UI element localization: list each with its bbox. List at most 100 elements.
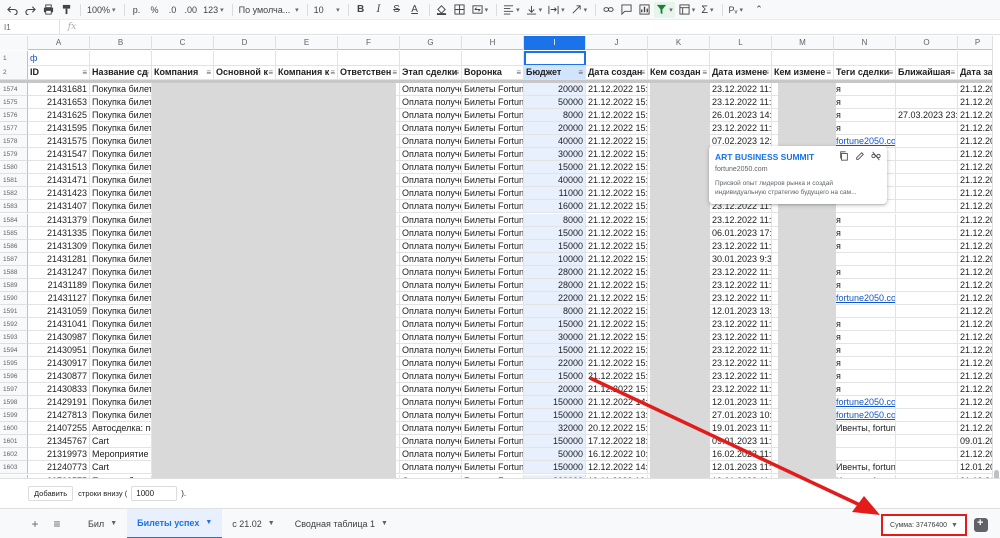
- cell[interactable]: Оплата получена: [400, 148, 462, 162]
- cell[interactable]: Оплата получена: [400, 344, 462, 357]
- text-wrap-icon[interactable]: [546, 2, 567, 18]
- column-title-cell[interactable]: Дата измене: [710, 65, 772, 80]
- decrease-decimal-button[interactable]: .0: [165, 2, 181, 18]
- cell[interactable]: Покупка билета: [90, 383, 152, 397]
- cell[interactable]: Билеты Fortune: [462, 396, 524, 410]
- cell[interactable]: 21.12.2022 15:4: [586, 122, 648, 136]
- cell[interactable]: 21431407: [28, 200, 90, 214]
- cell[interactable]: 21.12.2022 15:3: [586, 252, 648, 266]
- cell[interactable]: 12.12.2022 14:5: [586, 461, 648, 475]
- cell[interactable]: Билеты Fortune: [462, 370, 524, 384]
- cell[interactable]: 30000: [524, 330, 586, 344]
- column-title-cell[interactable]: Кем измене: [772, 65, 834, 80]
- cell[interactable]: 27.01.2023 10:3: [710, 409, 772, 423]
- cell[interactable]: Оплата получена: [400, 252, 462, 266]
- cell[interactable]: [152, 51, 214, 66]
- cell[interactable]: 23.12.2022 11:52: [710, 330, 772, 344]
- redo-icon[interactable]: [22, 2, 38, 18]
- row-header[interactable]: 1587: [0, 252, 28, 266]
- cell[interactable]: [276, 51, 338, 66]
- cell[interactable]: 21.12.2022 15:3: [586, 200, 648, 214]
- cell[interactable]: [896, 461, 958, 475]
- cell[interactable]: 21.12.20: [958, 266, 992, 279]
- column-header[interactable]: O: [896, 36, 958, 50]
- cell[interactable]: 21.12.2022 15:2: [586, 330, 648, 344]
- insert-chart-icon[interactable]: [636, 2, 652, 18]
- strikethrough-button[interactable]: S: [389, 2, 405, 18]
- cell[interactable]: 21431309: [28, 239, 90, 253]
- sheet-grid[interactable]: ABCDEFGHIJKLMNOP1ф2IDНазвание сдКомпания…: [0, 36, 992, 478]
- row-header[interactable]: 1599: [0, 409, 28, 423]
- cell[interactable]: Покупка билета: [90, 96, 152, 110]
- row-header[interactable]: 1602: [0, 448, 28, 462]
- cell[interactable]: Покупка билета: [90, 109, 152, 123]
- cell[interactable]: я: [834, 265, 896, 279]
- cell[interactable]: [90, 51, 152, 66]
- text-color-button[interactable]: A: [407, 2, 423, 18]
- cell[interactable]: [648, 51, 710, 66]
- cell[interactable]: 21.12.20: [958, 383, 992, 397]
- cell[interactable]: 21.12.20: [958, 83, 992, 96]
- cell[interactable]: Покупка билета: [90, 213, 152, 227]
- cell[interactable]: 21.12.20: [958, 331, 992, 344]
- cell[interactable]: 21.12.20: [958, 253, 992, 266]
- cell[interactable]: я: [834, 357, 896, 371]
- cell[interactable]: 21430987: [28, 330, 90, 344]
- cell[interactable]: Оплата получена: [400, 435, 462, 449]
- cell[interactable]: [462, 51, 524, 66]
- edit-link-icon[interactable]: [855, 151, 865, 161]
- cell[interactable]: 21.12.20: [958, 214, 992, 227]
- row-header[interactable]: 1589: [0, 278, 28, 292]
- increase-decimal-button[interactable]: .00: [183, 2, 200, 18]
- cell[interactable]: 21.12.2022 15:2: [586, 265, 648, 279]
- cell[interactable]: [896, 51, 958, 66]
- cell[interactable]: 21.12.20: [958, 135, 992, 149]
- column-title-cell[interactable]: Основной к: [214, 65, 276, 80]
- row-header[interactable]: 1579: [0, 148, 28, 162]
- cell[interactable]: 21.12.20: [958, 148, 992, 162]
- column-header[interactable]: A: [28, 36, 90, 50]
- cell[interactable]: 21.12.20: [958, 448, 992, 462]
- cell[interactable]: 21.12.2022 15:1: [586, 383, 648, 397]
- zoom-select[interactable]: 100%: [85, 2, 118, 18]
- select-all-corner[interactable]: [0, 36, 28, 50]
- cell[interactable]: Билеты Fortune: [462, 409, 524, 423]
- cell[interactable]: 21.12.2022 15:2: [586, 278, 648, 292]
- name-box[interactable]: I1: [0, 19, 60, 35]
- cell[interactable]: 17.12.2022 18:5: [586, 435, 648, 449]
- cell[interactable]: 50000: [524, 448, 586, 462]
- row-header[interactable]: 1593: [0, 330, 28, 344]
- cell[interactable]: 21.12.20: [958, 422, 992, 436]
- cell[interactable]: Покупка билета: [90, 370, 152, 384]
- row-header[interactable]: 1576: [0, 109, 28, 123]
- cell[interactable]: Покупка билета: [90, 265, 152, 279]
- functions-icon[interactable]: Σ: [699, 2, 715, 18]
- cell[interactable]: Билеты Fortune: [462, 344, 524, 357]
- cell[interactable]: Покупка билета: [90, 187, 152, 201]
- cell[interactable]: 23.12.2022 11:52: [710, 383, 772, 397]
- cell[interactable]: Билеты Fortune: [462, 135, 524, 149]
- cell[interactable]: Покупка билета: [90, 200, 152, 214]
- cell[interactable]: 21.12.2022 15:2: [586, 304, 648, 318]
- bold-button[interactable]: B: [353, 2, 369, 18]
- cell[interactable]: Оплата получена: [400, 239, 462, 253]
- cell[interactable]: [896, 174, 958, 188]
- cell[interactable]: Покупка билета: [90, 239, 152, 253]
- cell[interactable]: 21.12.2022 15:4: [586, 83, 648, 96]
- cell[interactable]: Оплата получена: [400, 161, 462, 175]
- cell[interactable]: 21407255: [28, 422, 90, 436]
- cell[interactable]: Билеты Fortune: [462, 291, 524, 305]
- cell[interactable]: 21430951: [28, 344, 90, 357]
- cell[interactable]: Билеты Fortune: [462, 226, 524, 240]
- cell[interactable]: Билеты Fortune: [462, 187, 524, 201]
- column-header[interactable]: H: [462, 36, 524, 50]
- cell[interactable]: 21427813: [28, 409, 90, 423]
- cell[interactable]: [896, 148, 958, 162]
- fill-color-icon[interactable]: [434, 2, 450, 18]
- row-header[interactable]: 1603: [0, 461, 28, 475]
- column-header[interactable]: N: [834, 36, 896, 50]
- cell[interactable]: Оплата получена: [400, 461, 462, 475]
- column-title-cell[interactable]: Дата создан: [586, 65, 648, 80]
- cell[interactable]: 21430833: [28, 383, 90, 397]
- cell[interactable]: fortune2050.com: [834, 409, 896, 423]
